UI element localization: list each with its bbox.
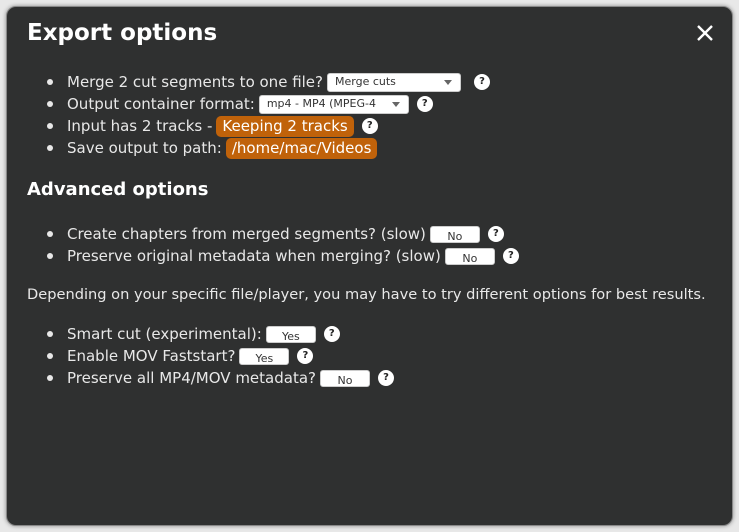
help-icon[interactable]: ? [487,226,504,242]
tracks-label: Input has 2 tracks - [67,117,213,135]
tracks-option: Input has 2 tracks - Keeping 2 tracks ? [47,115,490,137]
metadata-merge-option: Preserve original metadata when merging?… [47,245,519,267]
preserve-metadata-toggle[interactable]: No [320,369,370,387]
merge-select[interactable]: Merge cuts [327,72,461,92]
metadata-merge-toggle[interactable]: No [444,247,495,265]
help-icon[interactable]: ? [474,74,490,90]
dialog-title: Export options [27,20,218,46]
smart-cut-label: Smart cut (experimental): [67,325,262,343]
tracks-button[interactable]: Keeping 2 tracks [216,115,354,137]
help-icon[interactable]: ? [502,248,519,264]
format-option: Output container format: mp4 - MP4 (MPEG… [47,93,490,115]
chapters-toggle[interactable]: No [429,225,480,243]
basic-options-list: Merge 2 cut segments to one file? Merge … [47,71,490,159]
close-icon[interactable] [694,22,716,44]
format-select[interactable]: mp4 - MP4 (MPEG-4 [258,94,409,114]
merge-label: Merge 2 cut segments to one file? [67,73,323,91]
smart-cut-option: Smart cut (experimental): Yes ? [47,323,394,345]
hint-text: Depending on your specific file/player, … [27,286,706,303]
export-options-dialog: Export options Merge 2 cut segments to o… [6,6,733,526]
chapters-option: Create chapters from merged segments? (s… [47,223,519,245]
faststart-option: Enable MOV Faststart? Yes ? [47,345,394,367]
help-icon[interactable]: ? [297,348,314,364]
format-label: Output container format: [67,95,255,113]
help-icon[interactable]: ? [361,118,378,134]
preserve-metadata-label: Preserve all MP4/MOV metadata? [67,369,316,387]
help-icon[interactable]: ? [416,96,433,112]
extra-options-list: Smart cut (experimental): Yes ? Enable M… [47,323,394,389]
output-path-button[interactable]: /home/mac/Videos [225,137,378,159]
preserve-metadata-option: Preserve all MP4/MOV metadata? No ? [47,367,394,389]
chevron-down-icon [391,101,400,107]
path-label: Save output to path: [67,139,222,157]
path-option: Save output to path: /home/mac/Videos [47,137,490,159]
advanced-options-list: Create chapters from merged segments? (s… [47,223,519,267]
faststart-label: Enable MOV Faststart? [67,347,236,365]
smart-cut-toggle[interactable]: Yes [265,325,316,343]
format-select-value: mp4 - MP4 (MPEG-4 [266,97,376,110]
chevron-down-icon [444,79,452,85]
chapters-label: Create chapters from merged segments? (s… [67,225,426,243]
faststart-toggle[interactable]: Yes [239,347,290,365]
merge-option: Merge 2 cut segments to one file? Merge … [47,71,490,93]
merge-select-value: Merge cuts [335,75,396,88]
help-icon[interactable]: ? [323,326,340,342]
metadata-merge-label: Preserve original metadata when merging?… [67,247,441,265]
advanced-options-heading: Advanced options [27,179,209,200]
help-icon[interactable]: ? [378,370,394,386]
